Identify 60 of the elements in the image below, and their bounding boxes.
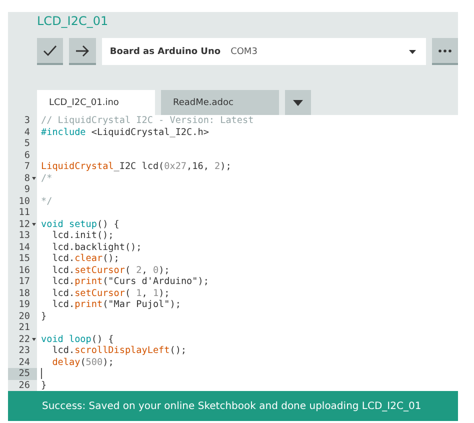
line-number: 6 [8,150,37,161]
code-line: // LiquidCrystal I2C - Version: Latest [41,115,254,126]
code-line: lcd.setCursor( 2, 0); [52,264,170,276]
board-select[interactable]: Board as Arduino Uno COM3 [102,38,426,65]
check-icon [43,44,58,56]
code-line: lcd.clear(); [52,253,120,264]
line-number: 3 [8,115,37,126]
tab-menu-button[interactable] [285,90,311,115]
line-number: 16 [8,264,37,276]
line-number: 25 [8,368,37,380]
code-line: } [41,310,47,322]
caret-icon [293,100,303,106]
line-number: 10 [8,196,37,207]
caret-icon [408,50,416,54]
code-line: delay(500); [52,356,114,368]
verify-button[interactable] [37,38,64,65]
line-number: 26 [8,380,37,391]
code-line: /* [41,172,52,184]
code-line: lcd.init(); [52,230,114,242]
code-line: */ [41,196,52,207]
line-number: 20 [8,310,37,322]
code-line: lcd.print("Curs d'Arduino"); [52,276,209,288]
line-number: 19 [8,299,37,310]
file-tab[interactable]: ReadMe.adoc [161,90,279,115]
sketch-title: LCD_I2C_01 [36,13,110,30]
code-line: lcd.scrollDisplayLeft(); [52,345,187,356]
line-number: 5 [8,138,37,150]
code-line: lcd.setCursor( 1, 1); [52,288,170,299]
line-number: 4 [8,126,37,138]
arrow-right-icon [75,44,90,56]
line-number: 23 [8,345,37,356]
fold-icon[interactable] [32,222,36,226]
more-button[interactable] [432,38,458,65]
file-tab[interactable]: LCD_I2C_01.ino [37,90,155,115]
line-number: 11 [8,207,37,218]
line-number: 8 [8,172,37,184]
line-number: 7 [8,161,37,172]
line-number: 24 [8,356,37,368]
line-number: 14 [8,242,37,253]
code-line: LiquidCrystal_I2C lcd(0x27,16, 2); [41,161,232,172]
code-line: void loop() { [41,334,114,345]
line-number: 21 [8,322,37,334]
code-line: lcd.backlight(); [52,242,142,253]
code-line: void setup() { [41,218,120,230]
code-line: } [41,380,47,391]
status-bar: Success: Saved on your online Sketchbook and done uploading LCD_I2C_01 [8,391,458,421]
line-number: 9 [8,184,37,196]
line-number: 17 [8,276,37,288]
code-line: lcd.print("Mar Pujol"); [52,299,181,310]
upload-button[interactable] [69,38,96,65]
code-line: #include <LiquidCrystal_I2C.h> [41,126,209,138]
line-number: 22 [8,334,37,345]
line-number: 13 [8,230,37,242]
fold-icon[interactable] [32,338,36,341]
more-icon [438,48,452,52]
fold-icon[interactable] [32,176,36,180]
line-number: 15 [8,253,37,264]
line-number: 12 [8,218,37,230]
text-cursor [41,368,42,379]
line-number: 18 [8,288,37,299]
